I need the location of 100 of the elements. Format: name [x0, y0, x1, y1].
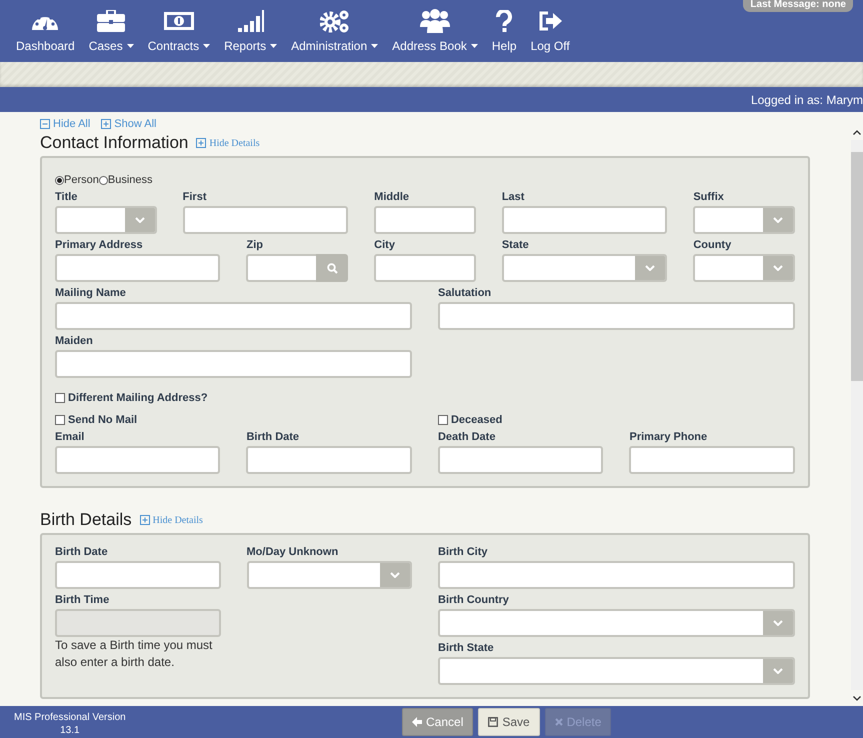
field-label: County	[693, 238, 732, 253]
status-badge: Last Message: none	[743, 0, 853, 12]
field-label: Middle	[374, 190, 410, 205]
field-label: Birth Date	[55, 545, 109, 560]
save-button[interactable]: Save	[478, 708, 540, 736]
text-field[interactable]	[182, 206, 348, 234]
signal-bars-icon	[238, 10, 264, 32]
text-field[interactable]	[502, 206, 668, 234]
search-button[interactable]	[316, 254, 348, 282]
chevron-down-icon	[772, 217, 783, 223]
product-name: MIS Professional Version	[14, 711, 126, 724]
chevron-down-icon	[773, 620, 783, 626]
field-label: First	[182, 190, 208, 205]
radio-label: Person	[64, 174, 99, 186]
people-group-icon	[420, 9, 450, 33]
field-label: Birth Country	[438, 593, 510, 608]
field-label: Birth State	[438, 641, 495, 656]
minus-box-icon	[40, 119, 50, 129]
scrollbar-thumb[interactable]	[851, 152, 863, 381]
nav-menu-item[interactable]: Help	[492, 9, 517, 53]
field-label: Mailing Name	[55, 286, 127, 301]
chevron-down-icon	[772, 265, 783, 271]
scroll-down-icon	[853, 696, 861, 700]
gears-icon	[320, 9, 350, 33]
text-field[interactable]	[438, 446, 604, 474]
text-field[interactable]	[55, 254, 220, 282]
logged-in-text: Logged in as: Marym	[750, 92, 863, 106]
field-label: State	[502, 238, 530, 253]
field-label: Mo/Day Unknown	[246, 545, 340, 560]
field-label: Maiden	[55, 334, 94, 349]
radio-button[interactable]	[55, 176, 64, 184]
arrow-left-icon	[412, 717, 422, 727]
scroll-up-icon	[853, 130, 861, 134]
toggle-link[interactable]: Hide All	[40, 118, 90, 130]
dropdown-select[interactable]	[55, 206, 157, 234]
checkbox-label: Different Mailing Address?	[68, 392, 208, 404]
text-field[interactable]	[374, 206, 476, 234]
field-label: Death Date	[438, 430, 496, 445]
checkbox[interactable]	[55, 415, 65, 425]
text-field[interactable]	[246, 254, 316, 282]
hide-details-link[interactable]: Hide Details	[196, 138, 260, 148]
dropdown-select[interactable]	[438, 657, 795, 685]
section-heading: Contact Information	[40, 133, 188, 153]
chevron-down-icon	[390, 572, 400, 578]
field-label: Salutation	[438, 286, 492, 301]
chevron-down-icon	[645, 265, 656, 271]
nav-menu-item[interactable]: Contracts	[148, 9, 210, 53]
field-label: Birth City	[438, 545, 488, 560]
field-label: Last	[502, 190, 526, 205]
nav-menu-item[interactable]: Address Book	[392, 9, 478, 53]
field-label: Primary Address	[55, 238, 144, 253]
field-label: Suffix	[693, 190, 725, 205]
plus-box-icon	[196, 138, 206, 148]
version-number: 13.1	[60, 724, 80, 737]
text-field[interactable]	[246, 446, 412, 474]
banknote-icon	[164, 11, 194, 31]
checkbox[interactable]	[55, 393, 65, 403]
field-label: Birth Date	[246, 430, 300, 445]
text-field[interactable]	[55, 302, 412, 330]
field-label: Zip	[246, 238, 264, 253]
checkbox[interactable]	[438, 415, 448, 425]
text-field[interactable]	[438, 561, 795, 589]
field-label: Birth Time	[55, 593, 110, 608]
dropdown-select[interactable]	[438, 609, 795, 637]
text-field[interactable]	[55, 350, 412, 378]
field-label: Primary Phone	[629, 430, 708, 445]
chevron-down-icon	[134, 217, 145, 223]
nav-menu-item[interactable]: Reports	[224, 9, 278, 53]
dropdown-select[interactable]	[246, 561, 412, 589]
text-field[interactable]	[629, 446, 795, 474]
checkbox-label: Send No Mail	[68, 414, 138, 426]
help-text: To save a Birth time you must also enter a birth date.	[55, 637, 214, 671]
field-label: City	[374, 238, 396, 253]
nav-menu-item[interactable]: Log Off	[530, 9, 570, 53]
dropdown-select[interactable]	[693, 206, 795, 234]
text-field[interactable]	[374, 254, 476, 282]
hide-details-link[interactable]: Hide Details	[140, 514, 203, 526]
search-icon	[326, 262, 338, 274]
dropdown-select[interactable]	[693, 254, 795, 282]
section-heading: Birth Details	[40, 510, 132, 530]
text-field[interactable]	[438, 302, 795, 330]
radio-button[interactable]	[98, 176, 108, 184]
radio-label: Business	[108, 174, 152, 186]
plus-box-icon	[140, 515, 150, 525]
toggle-link[interactable]: Show All	[101, 118, 156, 130]
chevron-down-icon	[773, 668, 783, 674]
help-icon	[496, 10, 512, 32]
scrollbar-track[interactable]	[851, 140, 863, 690]
briefcase-icon	[97, 10, 126, 32]
field-label: Title	[55, 190, 78, 205]
nav-menu-item[interactable]: Dashboard	[16, 9, 75, 53]
plus-box-icon	[101, 119, 112, 129]
dropdown-select[interactable]	[502, 254, 668, 282]
field-label: Email	[55, 430, 86, 445]
nav-menu-item[interactable]: Administration	[291, 9, 378, 53]
nav-menu-item[interactable]: Cases	[88, 9, 134, 53]
door-arrow-icon	[538, 11, 562, 31]
text-field[interactable]	[55, 561, 220, 589]
text-field[interactable]	[55, 446, 220, 474]
checkbox-label: Deceased	[450, 414, 502, 426]
